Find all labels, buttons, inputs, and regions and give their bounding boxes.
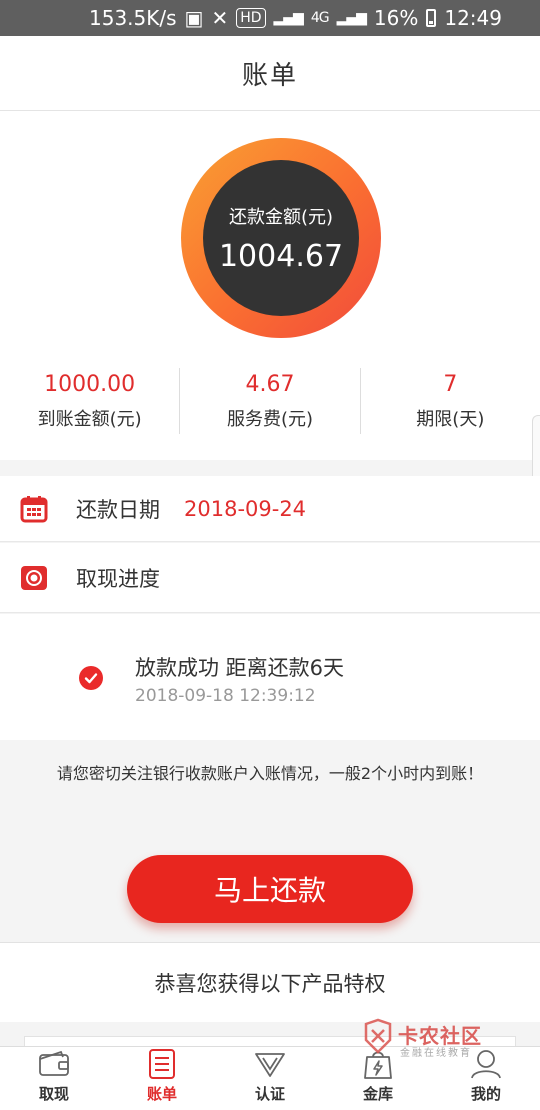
stat-value: 4.67: [245, 371, 295, 397]
tab-bill[interactable]: 账单: [108, 1047, 216, 1110]
stat-term: 7 期限(天): [361, 368, 540, 434]
check-icon: [79, 666, 103, 690]
stat-label: 服务费(元): [226, 408, 314, 430]
bill-summary: 还款金额(元) 1004.67 1000.00 到账金额(元) 4.67 服务费…: [0, 111, 540, 460]
repay-amount-value: 1004.67: [218, 238, 344, 274]
calendar-icon: [20, 495, 48, 522]
tab-label: 取现: [38, 1085, 69, 1103]
repay-date-label: 还款日期: [76, 497, 160, 522]
progress-icon: [21, 565, 47, 590]
stat-received: 1000.00 到账金额(元): [0, 368, 181, 434]
stat-label: 期限(天): [416, 408, 485, 430]
progress-time: 2018-09-18 12:39:12: [135, 686, 316, 706]
hd-badge: HD: [236, 8, 266, 28]
clock: 12:49: [444, 6, 502, 30]
notice-text: 请您密切关注银行收款账户入账情况，一般2个小时内到账！: [56, 764, 484, 783]
signal-icon: ▂▄▆: [273, 10, 304, 26]
tab-label: 我的: [470, 1085, 501, 1103]
repay-date-row: 还款日期 2018-09-24: [0, 476, 540, 542]
network-type: 4G: [310, 10, 330, 26]
bill-icon: [149, 1049, 175, 1079]
watermark-logo-icon: [364, 1018, 392, 1054]
tab-label: 金库: [362, 1085, 393, 1103]
stat-value: 1000.00: [44, 371, 136, 397]
progress-status: 放款成功 距离还款6天: [135, 656, 345, 680]
battery-level: 16%: [373, 6, 419, 30]
tab-label: 认证: [254, 1085, 285, 1103]
page-title: 账单: [241, 60, 298, 91]
progress-detail: 放款成功 距离还款6天 2018-09-18 12:39:12: [0, 614, 540, 740]
network-speed: 153.5K/s: [89, 6, 177, 30]
tab-withdraw[interactable]: 取现: [0, 1047, 108, 1110]
battery-icon: [426, 9, 437, 27]
signal-icon-2: ▂▄▆: [336, 10, 367, 26]
repay-date-value: 2018-09-24: [184, 496, 307, 521]
sim-icon: ▣: [184, 6, 204, 30]
status-bar: 153.5K/s ▣ ✕ HD ▂▄▆ 4G ▂▄▆ 16% 12:49: [0, 0, 540, 36]
repay-amount-center: 还款金额(元) 1004.67: [203, 160, 359, 316]
privilege-title: 恭喜您获得以下产品特权: [154, 971, 386, 996]
repay-amount-ring: 还款金额(元) 1004.67: [181, 138, 381, 338]
verify-icon: [255, 1053, 285, 1077]
withdraw-progress-row: 取现进度: [0, 543, 540, 613]
repay-now-button[interactable]: 马上还款: [127, 855, 413, 923]
mute-vibrate-icon: ✕: [211, 6, 229, 30]
tab-verify[interactable]: 认证: [216, 1047, 324, 1110]
watermark: 卡农社区 金融在线教育: [362, 1018, 502, 1062]
stats-row: 1000.00 到账金额(元) 4.67 服务费(元) 7 期限(天): [0, 368, 540, 434]
header: 账单: [0, 36, 540, 111]
stat-value: 7: [443, 371, 458, 397]
tab-label: 账单: [146, 1085, 177, 1103]
withdraw-progress-label: 取现进度: [76, 566, 160, 591]
watermark-subtitle: 金融在线教育: [400, 1048, 472, 1059]
stat-label: 到账金额(元): [37, 408, 142, 430]
wallet-icon: [39, 1050, 69, 1076]
privilege-section: 恭喜您获得以下产品特权: [0, 942, 540, 1022]
stat-service-fee: 4.67 服务费(元): [180, 368, 361, 434]
repay-amount-label: 还款金额(元): [228, 206, 334, 228]
